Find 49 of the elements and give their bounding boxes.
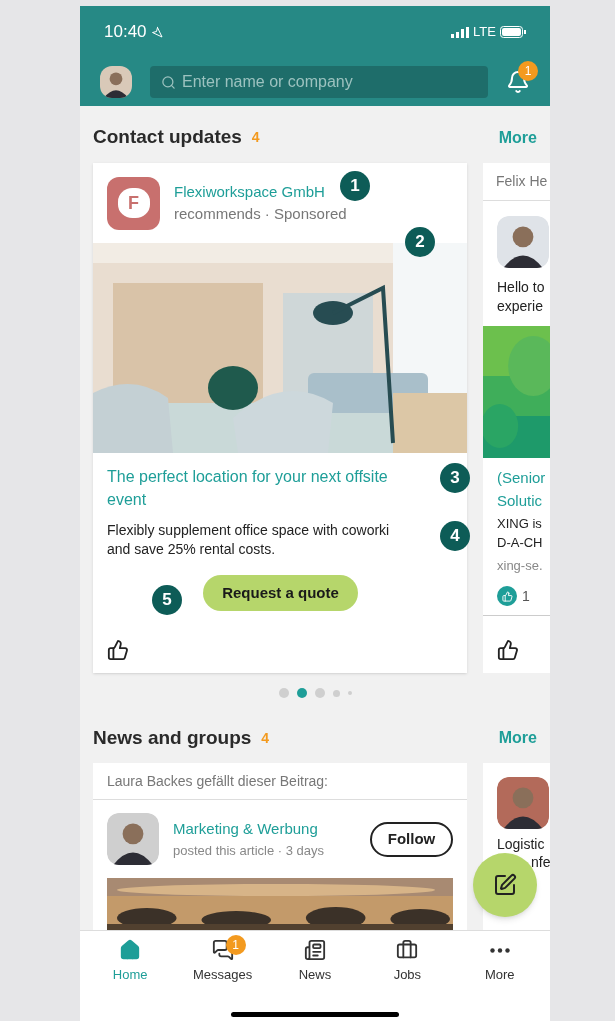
follow-button[interactable]: Follow	[370, 821, 453, 857]
like-count: 1	[522, 586, 530, 606]
briefcase-icon	[396, 939, 419, 961]
section-count: 4	[261, 728, 270, 748]
post-meta: posted this article · 3 days	[173, 841, 326, 860]
avatar	[107, 813, 159, 865]
link-text: XING is D-A-CH	[496, 515, 544, 552]
nav-tab[interactable]: News	[276, 939, 353, 985]
section-count: 4	[251, 128, 260, 147]
request-quote-button[interactable]: Request a quote	[203, 575, 358, 611]
group-name[interactable]: Marketing & Werbung	[173, 818, 356, 841]
link-source: xing-se.	[496, 557, 544, 575]
link-title[interactable]: (Senior Solutic	[483, 466, 550, 512]
ad-title[interactable]: The perfect location for your next offsite event	[107, 465, 388, 511]
more-link[interactable]: More	[498, 125, 537, 150]
nav-tab[interactable]: Home	[92, 939, 169, 985]
ad-text: Flexibly supplement office space with coworki and save 25% rental costs.	[107, 521, 390, 559]
nav-tab[interactable]: More	[461, 939, 538, 985]
more-icon	[489, 947, 510, 953]
post-subtitle: recommends · Sponsored	[174, 204, 347, 224]
edit-icon	[493, 873, 517, 897]
like-icon[interactable]	[107, 639, 129, 661]
more-link[interactable]: More	[498, 726, 537, 750]
company-logo: F	[107, 176, 160, 230]
liked-by-text: Laura Backes gefällt dieser Beitrag:	[107, 771, 328, 791]
location-icon	[150, 26, 163, 38]
search-field[interactable]: Enter name or company	[150, 66, 488, 98]
company-name[interactable]: Flexiworkspace GmbH	[174, 180, 325, 203]
avatar	[100, 66, 132, 98]
author-name: Felix He	[496, 172, 548, 191]
message-badge: 1	[225, 935, 246, 955]
avatar	[497, 216, 549, 268]
home-icon	[119, 939, 142, 961]
network-label: LTE	[473, 23, 496, 42]
search-icon	[161, 75, 176, 90]
status-time: 10:40	[104, 21, 147, 44]
signal-icon	[451, 26, 470, 38]
chat-icon	[211, 939, 234, 961]
post-text: Hello to experie	[496, 278, 546, 316]
avatar	[497, 777, 549, 829]
nav-tab[interactable]: Jobs	[369, 939, 446, 985]
section-title: News and groups	[93, 725, 252, 750]
notification-badge: 1	[518, 61, 538, 81]
person-text: Logistic nfe	[496, 835, 550, 871]
battery-icon	[500, 26, 526, 38]
newspaper-icon	[303, 939, 326, 961]
like-icon[interactable]	[497, 639, 519, 661]
section-title: Contact updates	[93, 125, 242, 150]
like-count-icon	[497, 586, 517, 606]
